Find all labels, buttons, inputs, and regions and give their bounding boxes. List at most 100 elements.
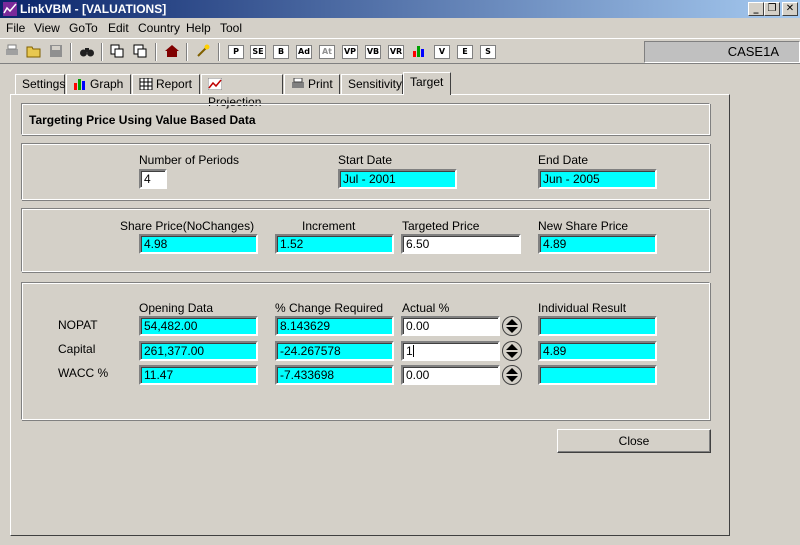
toolbar-button-e[interactable]: E: [457, 45, 473, 59]
minimize-button[interactable]: _: [748, 2, 764, 16]
copy-icon: [110, 44, 124, 58]
save-disk-icon: [50, 45, 62, 57]
wacc-spinner[interactable]: [502, 365, 522, 385]
menu-edit[interactable]: Edit: [108, 21, 129, 35]
nopat-result-field: [538, 316, 657, 336]
wacc-opening-field: 11.47: [139, 365, 258, 385]
tab-settings[interactable]: Settings: [15, 74, 65, 94]
app-logo-icon: [3, 2, 17, 16]
row-label-capital: Capital: [58, 342, 96, 356]
toolbar-button-ad[interactable]: Ad: [296, 45, 312, 59]
toolbar-button-v[interactable]: V: [434, 45, 450, 59]
targeted-price-input[interactable]: 6.50: [401, 234, 521, 254]
nopat-opening-field: 54,482.00: [139, 316, 258, 336]
minimize-icon: _: [753, 3, 759, 14]
wacc-result-field: [538, 365, 657, 385]
increment-field: 1.52: [275, 234, 394, 254]
tab-print[interactable]: Print: [284, 74, 340, 94]
tools-toolbar-button[interactable]: [194, 43, 212, 61]
capital-spinner[interactable]: [502, 341, 522, 361]
menu-goto[interactable]: GoTo: [69, 21, 98, 35]
toolbar-button-s[interactable]: S: [480, 45, 496, 59]
change-required-header: % Change Required: [275, 301, 384, 315]
menu-view[interactable]: View: [34, 21, 60, 35]
home-toolbar-button[interactable]: [163, 43, 181, 61]
row-label-wacc: WACC %: [58, 366, 109, 380]
tab-target[interactable]: Target: [403, 72, 451, 95]
increment-label: Increment: [302, 219, 356, 233]
tab-graph[interactable]: Graph: [66, 74, 131, 94]
tab-settings-label: Settings: [22, 77, 66, 91]
tab-sensitivity[interactable]: Sensitivity: [341, 74, 403, 94]
restore-icon: ❐: [767, 3, 777, 14]
nopat-actual-input[interactable]: 0.00: [401, 316, 500, 336]
spin-updown-icon: [502, 316, 522, 336]
wacc-change-field: -7.433698: [275, 365, 394, 385]
bar-chart-icon: [74, 79, 85, 90]
tab-projection[interactable]: Projection: [201, 74, 283, 109]
title-bar: LinkVBM - [VALUATIONS] _ ❐ ✕: [0, 0, 800, 18]
toolbar-button-p[interactable]: P: [228, 45, 244, 59]
copy-toolbar-button[interactable]: [108, 43, 126, 61]
toolbar-button-at[interactable]: At: [319, 45, 335, 59]
window-title: LinkVBM - [VALUATIONS]: [20, 2, 167, 16]
graph-toolbar-button[interactable]: [410, 43, 428, 61]
capital-opening-field: 261,377.00: [139, 341, 258, 361]
line-chart-icon: [208, 78, 222, 90]
printer-icon: [292, 78, 304, 88]
wacc-actual-input[interactable]: 0.00: [401, 365, 500, 385]
save-toolbar-button[interactable]: [47, 43, 65, 61]
close-button[interactable]: Close: [557, 429, 711, 453]
toolbar-button-se[interactable]: SE: [250, 45, 266, 59]
find-toolbar-button[interactable]: [78, 43, 96, 61]
tab-target-label: Target: [410, 75, 444, 89]
paste-toolbar-button[interactable]: [131, 43, 149, 61]
menu-tool[interactable]: Tool: [220, 21, 242, 35]
individual-result-header: Individual Result: [538, 301, 627, 315]
periods-group: Number of Periods 4 Start Date Jul - 200…: [21, 143, 710, 200]
actual-percent-header: Actual %: [402, 301, 450, 315]
num-periods-input[interactable]: 4: [139, 169, 167, 189]
new-share-price-label: New Share Price: [538, 219, 629, 233]
opening-data-header: Opening Data: [139, 301, 214, 315]
case-name-display: CASE1A: [644, 41, 800, 63]
menu-file[interactable]: File: [6, 21, 25, 35]
windows-icon: [133, 44, 147, 58]
tab-print-label: Print: [308, 77, 333, 91]
menu-country[interactable]: Country: [138, 21, 180, 35]
share-price-label: Share Price(NoChanges): [120, 219, 255, 233]
table-grid-icon: [139, 78, 153, 90]
print-toolbar-button[interactable]: [3, 43, 21, 61]
text-caret: [412, 345, 414, 357]
spin-updown-icon: [502, 365, 522, 385]
capital-actual-input[interactable]: 1: [401, 341, 500, 361]
bar-chart-icon: [413, 46, 424, 57]
end-date-label: End Date: [538, 153, 589, 167]
price-group: Share Price(NoChanges) 4.98 Increment 1.…: [21, 208, 710, 272]
row-label-nopat: NOPAT: [58, 318, 98, 332]
tab-graph-label: Graph: [90, 77, 124, 91]
binoculars-icon: [80, 48, 94, 57]
spin-updown-icon: [502, 341, 522, 361]
house-icon: [165, 45, 179, 57]
start-date-label: Start Date: [338, 153, 393, 167]
menu-help[interactable]: Help: [186, 21, 211, 35]
close-window-button[interactable]: ✕: [782, 2, 798, 16]
toolbar-button-vb[interactable]: VB: [365, 45, 381, 59]
menu-bar: File View GoTo Edit Country Help Tool: [0, 19, 800, 37]
drivers-group: Opening Data % Change Required Actual % …: [21, 282, 710, 420]
open-toolbar-button[interactable]: [25, 43, 43, 61]
nopat-spinner[interactable]: [502, 316, 522, 336]
share-price-field: 4.98: [139, 234, 258, 254]
tab-sensitivity-label: Sensitivity: [348, 77, 403, 91]
restore-button[interactable]: ❐: [764, 2, 780, 16]
capital-result-field: 4.89: [538, 341, 657, 361]
wand-icon: [197, 44, 210, 57]
targeted-price-label: Targeted Price: [402, 219, 480, 233]
toolbar-button-vp[interactable]: VP: [342, 45, 358, 59]
toolbar-button-vr[interactable]: VR: [388, 45, 404, 59]
start-date-field: Jul - 2001: [338, 169, 457, 189]
toolbar-button-b[interactable]: B: [273, 45, 289, 59]
tab-report[interactable]: Report: [132, 74, 200, 94]
printer-icon: [6, 44, 18, 55]
